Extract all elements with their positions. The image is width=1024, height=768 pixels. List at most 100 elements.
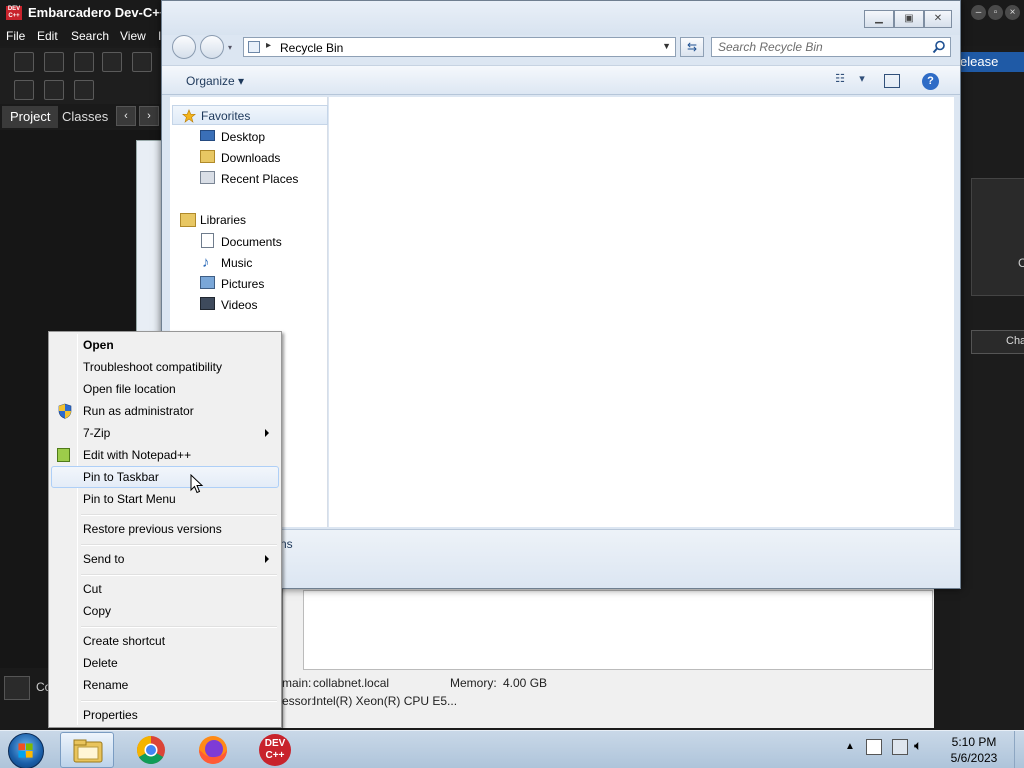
windows-logo-icon bbox=[18, 743, 33, 758]
network-icon[interactable] bbox=[892, 739, 908, 755]
view-options-chevron-icon[interactable]: ▾ bbox=[852, 72, 872, 90]
close-file-icon[interactable] bbox=[132, 52, 152, 72]
release-config-label[interactable]: elease bbox=[960, 52, 1024, 72]
show-hidden-icons-icon[interactable]: ▲ bbox=[845, 741, 855, 752]
ide-toolbar bbox=[0, 48, 162, 104]
organize-button[interactable]: Organize ▾ bbox=[186, 74, 244, 88]
taskbar-firefox-button[interactable] bbox=[186, 732, 240, 768]
tab-scroll-right-icon[interactable]: › bbox=[139, 106, 159, 126]
menu-item-cut[interactable]: Cut bbox=[51, 578, 279, 600]
ide-right-panel bbox=[960, 50, 1024, 730]
ide-right-button[interactable]: Cha bbox=[971, 330, 1024, 354]
new-file-icon[interactable] bbox=[14, 52, 34, 72]
music-icon: ♪ bbox=[202, 254, 210, 271]
submenu-arrow-icon bbox=[265, 555, 269, 563]
domain-label: main: bbox=[282, 676, 312, 690]
recent-places-icon bbox=[200, 171, 215, 184]
preview-pane-icon[interactable] bbox=[884, 74, 900, 88]
menu-item-copy[interactable]: Copy bbox=[51, 600, 279, 622]
nav-libraries[interactable]: Libraries bbox=[172, 210, 328, 230]
ide-right-box-letter: C bbox=[1018, 256, 1024, 270]
search-input[interactable] bbox=[712, 38, 932, 56]
recent-pages-chevron-icon[interactable]: ▾ bbox=[228, 43, 232, 52]
chrome-icon bbox=[137, 736, 165, 764]
menu-item-pin-to-taskbar[interactable]: Pin to Taskbar bbox=[51, 466, 279, 488]
menu-item-open[interactable]: Open bbox=[51, 334, 279, 356]
taskbar-devcpp-button[interactable]: DEV C++ bbox=[248, 732, 302, 768]
back-button[interactable] bbox=[172, 35, 196, 59]
close-icon[interactable]: × bbox=[1005, 5, 1020, 20]
address-bar[interactable]: ▸ Recycle Bin ▼ bbox=[243, 37, 676, 57]
minimize-button[interactable]: ▁ bbox=[864, 10, 894, 28]
menu-item-create-shortcut[interactable]: Create shortcut bbox=[51, 630, 279, 652]
menu-item-restore-previous-versions[interactable]: Restore previous versions bbox=[51, 518, 279, 540]
address-path[interactable]: Recycle Bin bbox=[280, 41, 343, 55]
videos-icon bbox=[200, 297, 215, 310]
bookmark-icon[interactable] bbox=[44, 80, 64, 100]
search-box[interactable] bbox=[711, 37, 951, 57]
taskbar-explorer-button[interactable] bbox=[60, 732, 114, 768]
submenu-arrow-icon bbox=[265, 429, 269, 437]
minimize-icon[interactable]: – bbox=[971, 5, 986, 20]
domain-value: collabnet.local bbox=[313, 676, 390, 690]
pictures-icon bbox=[200, 276, 215, 289]
restore-icon[interactable]: ▫ bbox=[988, 5, 1003, 20]
help-icon[interactable]: ? bbox=[922, 73, 939, 90]
menu-item-rename[interactable]: Rename bbox=[51, 674, 279, 696]
show-desktop-button[interactable] bbox=[1014, 731, 1024, 768]
forward-button[interactable] bbox=[200, 35, 224, 59]
compiler-grid-icon[interactable] bbox=[4, 676, 30, 700]
menu-item-open-file-location[interactable]: Open file location bbox=[51, 378, 279, 400]
libraries-icon bbox=[180, 213, 196, 227]
print-icon[interactable] bbox=[14, 80, 34, 100]
menu-item-send-to[interactable]: Send to bbox=[51, 548, 279, 570]
menu-item-edit-with-notepad[interactable]: Edit with Notepad++ bbox=[51, 444, 279, 466]
tab-scroll-left-icon[interactable]: ‹ bbox=[116, 106, 136, 126]
tab-classes[interactable]: Classes bbox=[54, 106, 116, 128]
nav-favorites[interactable]: Favorites bbox=[172, 105, 328, 125]
taskbar-chrome-button[interactable] bbox=[124, 732, 178, 768]
address-dropdown-icon[interactable]: ▼ bbox=[662, 41, 671, 51]
menu-item-delete[interactable]: Delete bbox=[51, 652, 279, 674]
file-list-area[interactable] bbox=[329, 97, 954, 527]
start-button[interactable] bbox=[8, 733, 44, 768]
memory-label: Memory: bbox=[450, 676, 497, 690]
documents-icon bbox=[201, 233, 214, 248]
explorer-caption: ▁ ▣ ✕ bbox=[162, 1, 960, 35]
menu-file[interactable]: File bbox=[6, 29, 25, 43]
taskbar: DEV C++ ▲ 🔈︎ 5:10 PM 5/6/2023 bbox=[0, 730, 1024, 768]
firefox-icon bbox=[199, 736, 227, 764]
bookmark-goto-icon[interactable] bbox=[74, 80, 94, 100]
menu-item-pin-to-start-menu[interactable]: Pin to Start Menu bbox=[51, 488, 279, 510]
refresh-button[interactable]: ⇆ bbox=[680, 37, 704, 57]
dev-cpp-icon: DEV C++ bbox=[259, 734, 291, 766]
menu-separator bbox=[81, 514, 277, 516]
windows-explorer-icon bbox=[73, 739, 103, 763]
save-icon[interactable] bbox=[74, 52, 94, 72]
system-clock[interactable]: 5:10 PM 5/6/2023 bbox=[935, 734, 1013, 766]
menu-item-7zip[interactable]: 7-Zip bbox=[51, 422, 279, 444]
menu-view[interactable]: View bbox=[120, 29, 146, 43]
change-view-icon[interactable]: ☷ bbox=[830, 72, 850, 90]
tab-project[interactable]: Project bbox=[2, 106, 59, 128]
open-folder-icon[interactable] bbox=[44, 52, 64, 72]
search-icon[interactable] bbox=[932, 40, 946, 54]
context-menu: Open Troubleshoot compatibility Open fil… bbox=[48, 331, 282, 728]
clock-date: 5/6/2023 bbox=[950, 751, 998, 765]
save-all-icon[interactable] bbox=[102, 52, 122, 72]
menu-edit[interactable]: Edit bbox=[37, 29, 58, 43]
maximize-button[interactable]: ▣ bbox=[894, 10, 924, 28]
downloads-folder-icon bbox=[200, 150, 215, 163]
desktop-icon bbox=[200, 130, 215, 141]
volume-icon[interactable]: 🔈︎ bbox=[914, 737, 922, 754]
system-info-inner bbox=[303, 590, 933, 670]
breadcrumb-separator-icon[interactable]: ▸ bbox=[266, 40, 271, 51]
menu-item-troubleshoot-compatibility[interactable]: Troubleshoot compatibility bbox=[51, 356, 279, 378]
menu-search[interactable]: Search bbox=[71, 29, 109, 43]
action-center-flag-icon[interactable] bbox=[866, 739, 882, 755]
menu-item-run-as-administrator[interactable]: Run as administrator bbox=[51, 400, 279, 422]
menu-separator bbox=[81, 626, 277, 628]
close-button[interactable]: ✕ bbox=[924, 10, 952, 28]
menu-item-properties[interactable]: Properties bbox=[51, 704, 279, 726]
ide-window-title: Embarcadero Dev-C++ bbox=[28, 5, 168, 20]
